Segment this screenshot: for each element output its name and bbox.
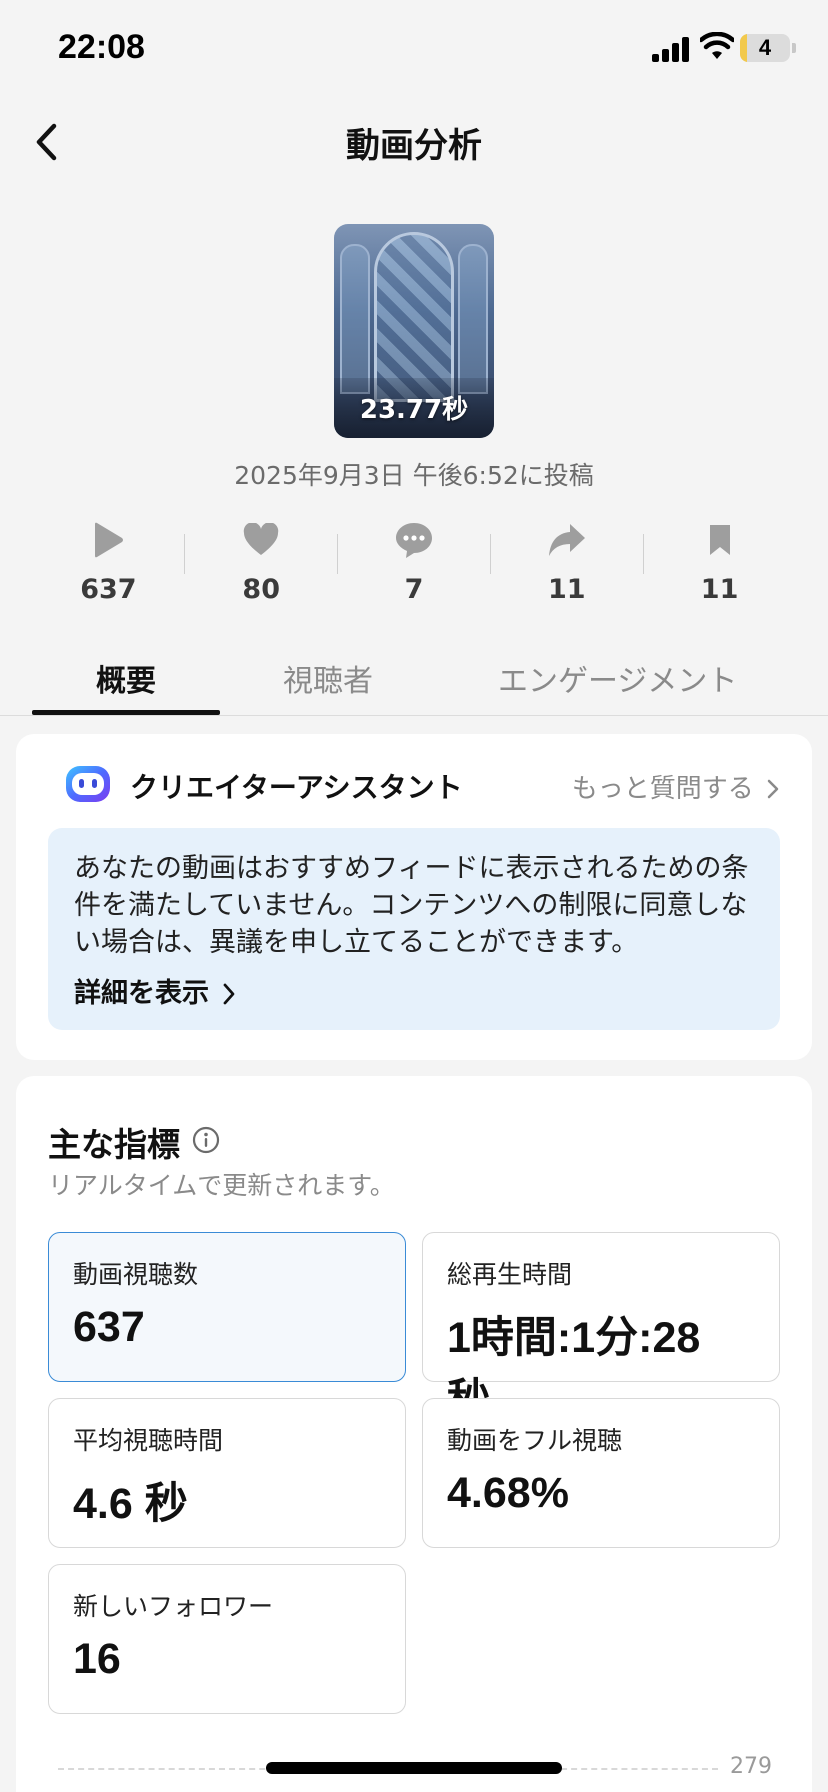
stat-divider [490, 534, 491, 574]
home-indicator[interactable] [266, 1762, 562, 1774]
metric-label: 動画をフル視聴 [447, 1426, 623, 1455]
stat-views-value: 637 [80, 574, 137, 605]
signal-icon [652, 36, 692, 62]
heart-icon [243, 523, 279, 555]
metric-value: 16 [73, 1635, 121, 1683]
metric-average-watch-time[interactable]: 平均視聴時間 4.6 秒 [48, 1398, 406, 1548]
chevron-right-icon [767, 779, 779, 799]
ask-more-link[interactable]: もっと質問する [572, 768, 780, 805]
assistant-name: クリエイターアシスタント [130, 771, 463, 804]
recommendation-notice: あなたの動画はおすすめフィードに表示されるための条件を満たしていません。コンテン… [48, 828, 780, 1030]
assistant-logo-icon [66, 766, 110, 802]
metric-value: 4.68% [447, 1469, 569, 1517]
stats-row: 637 80 7 11 11 [32, 516, 796, 616]
stat-comments-value: 7 [404, 574, 424, 605]
key-metrics-card: 主な指標 リアルタイムで更新されます。 動画視聴数 637 総再生時間 1時間:… [16, 1076, 812, 1792]
play-icon [95, 522, 124, 558]
metric-new-followers[interactable]: 新しいフォロワー 16 [48, 1564, 406, 1714]
metric-label: 総再生時間 [447, 1260, 573, 1289]
metrics-title: 主な指標 [48, 1125, 180, 1164]
bookmark-icon [709, 525, 730, 555]
metric-video-views[interactable]: 動画視聴数 637 [48, 1232, 406, 1382]
metric-value: 637 [73, 1303, 145, 1351]
metrics-subtitle: リアルタイムで更新されます。 [48, 1171, 395, 1200]
posted-date: 2025年9月3日 午後6:52に投稿 [234, 461, 594, 490]
status-time: 22:08 [58, 28, 145, 66]
stat-shares: 11 [490, 516, 643, 616]
stat-comments: 7 [338, 516, 491, 616]
metric-total-play-time[interactable]: 総再生時間 1時間:1分:28 秒 [422, 1232, 780, 1424]
notice-text: あなたの動画はおすすめフィードに表示されるための条件を満たしていません。コンテン… [74, 853, 749, 958]
video-duration: 23.77秒 [359, 395, 469, 425]
active-tab-indicator [32, 710, 220, 715]
stat-divider [184, 534, 185, 574]
tab-bar: 概要 視聴者 エンゲージメント [0, 640, 828, 716]
battery-level: 4 [758, 35, 772, 60]
metric-value: 4.6 秒 [73, 1480, 188, 1528]
thumbnail-art-right [458, 244, 488, 394]
metric-full-watch-rate[interactable]: 動画をフル視聴 4.68% [422, 1398, 780, 1548]
metric-label: 動画視聴数 [73, 1260, 199, 1289]
stat-shares-value: 11 [548, 574, 586, 605]
stat-likes-value: 80 [242, 574, 280, 605]
video-analytics-screen: 22:08 4 動画分析 23.77秒 2025年9月3日 午後6:52に投稿 … [0, 0, 828, 1792]
battery-icon: 4 [740, 34, 790, 62]
wifi-icon [700, 32, 734, 59]
metric-label: 平均視聴時間 [73, 1426, 224, 1455]
show-details-link[interactable]: 詳細を表示 [74, 971, 236, 1010]
stat-saves: 11 [643, 516, 796, 616]
page-title: 動画分析 [346, 126, 482, 166]
share-icon [548, 524, 585, 556]
show-details-label: 詳細を表示 [74, 978, 209, 1009]
ask-more-label: もっと質問する [571, 774, 754, 804]
stat-saves-value: 11 [700, 574, 739, 605]
stat-divider [337, 534, 338, 574]
comment-icon [395, 523, 432, 558]
tab-audience[interactable]: 視聴者 [283, 656, 373, 700]
video-thumbnail[interactable]: 23.77秒 [334, 224, 494, 438]
metric-label: 新しいフォロワー [73, 1592, 274, 1621]
thumbnail-art-left [340, 244, 370, 394]
tab-engagement[interactable]: エンゲージメント [498, 656, 737, 700]
info-icon[interactable] [192, 1126, 220, 1154]
status-bar: 22:08 4 [0, 0, 828, 100]
chevron-right-icon [224, 983, 235, 1005]
chart-max-label: 279 [730, 1754, 772, 1779]
tab-overview[interactable]: 概要 [96, 656, 156, 700]
battery-tip [792, 43, 796, 53]
stat-views: 637 [32, 516, 185, 616]
stat-divider [643, 534, 644, 574]
stat-likes: 80 [185, 516, 338, 616]
creator-assistant-card: クリエイターアシスタント もっと質問する あなたの動画はおすすめフィードに表示さ… [16, 734, 812, 1060]
thumbnail-art-window [374, 232, 454, 402]
